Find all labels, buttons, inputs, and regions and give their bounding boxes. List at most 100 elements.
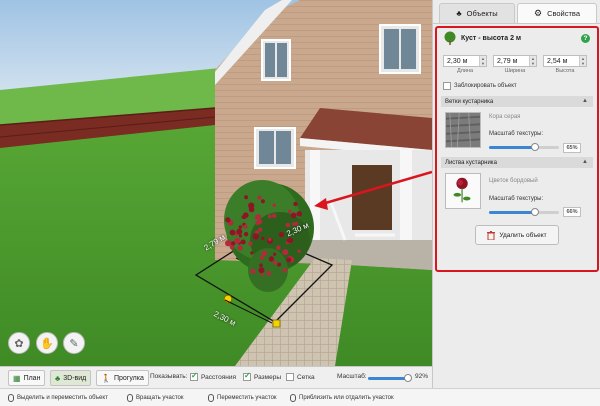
flower-blossom [236, 228, 243, 235]
mouse-left-icon [8, 394, 14, 402]
circles-icon: ✿ [14, 337, 24, 350]
flower-blossom [225, 240, 231, 247]
distances-checkbox[interactable] [190, 371, 198, 381]
delete-object-button[interactable]: Удалить объект [475, 225, 559, 245]
flower-blossom [272, 203, 276, 207]
tab-objects-label: Объекты [466, 9, 498, 18]
view-toolbar: ▦ План ♣ 3D-вид 🚶 Прогулка Показывать: Р… [0, 366, 432, 388]
flower-blossom [234, 237, 241, 244]
zoom-knob[interactable] [404, 374, 413, 382]
length-field[interactable]: 2,30 м ▲ ▼ [443, 55, 487, 67]
ruler-icon: ✎ [69, 337, 79, 350]
bark-scale-slider[interactable] [489, 143, 559, 151]
width-value: 2,79 м [497, 57, 518, 65]
bark-scale-value[interactable]: 65% [563, 143, 581, 153]
lock-checkbox[interactable] [443, 82, 451, 90]
flower-blossom [268, 237, 272, 242]
flower-scale-label: Масштаб текстуры: [489, 196, 544, 202]
plan-mode-button[interactable]: ▦ План [8, 370, 46, 386]
mouse-middle-icon [208, 394, 214, 402]
help-icon[interactable]: ? [581, 34, 590, 43]
flower-blossom [244, 195, 249, 200]
flower-blossom [238, 225, 243, 229]
flower-blossom [243, 231, 249, 237]
bark-texture-thumbnail[interactable] [445, 112, 481, 148]
lock-label: Заблокировать объект [454, 83, 517, 89]
hint-move-label: Переместить участок [217, 395, 277, 401]
flower-blossom [297, 249, 301, 253]
flower-blossom [261, 250, 268, 257]
branches-header-label: Ветки кустарника [445, 98, 494, 105]
pan-button[interactable]: ✋ [36, 332, 58, 354]
length-stepper[interactable]: ▲ ▼ [479, 56, 486, 66]
distances-label: Расстояния [201, 373, 237, 381]
distances-toggle[interactable]: Расстояния [190, 371, 237, 381]
3d-label: 3D-вид [63, 374, 87, 382]
flower-texture-thumbnail[interactable] [445, 173, 481, 209]
hint-zoom-label: Приблизить или отдалить участок [299, 395, 394, 401]
zoom-slider[interactable] [368, 374, 413, 382]
resize-handle [272, 319, 281, 328]
height-field[interactable]: 2,54 м ▲ ▼ [543, 55, 587, 67]
flower-blossom [278, 231, 285, 238]
bark-scale-knob[interactable] [530, 143, 539, 151]
flower-blossom [250, 251, 254, 255]
flower-blossom [286, 257, 292, 263]
flower-blossom [285, 222, 291, 228]
flower-blossom [260, 273, 264, 277]
sizes-toggle[interactable]: Размеры [243, 371, 282, 381]
walk-mode-button[interactable]: 🚶 Прогулка [96, 370, 149, 386]
length-value: 2,30 м [447, 57, 468, 65]
measure-button[interactable]: ✎ [63, 332, 85, 354]
flower-scale-fill [489, 211, 536, 214]
leaves-section-header[interactable]: Листва кустарника ▲ [441, 157, 593, 168]
flower-blossom [250, 268, 256, 274]
walk-label: Прогулка [113, 374, 144, 382]
height-stepper[interactable]: ▲ ▼ [579, 56, 586, 66]
flower-blossom [267, 214, 272, 219]
leaves-header-label: Листва кустарника [445, 159, 497, 166]
objects-view-button[interactable]: ✿ [8, 332, 30, 354]
grid-label: Сетка [297, 373, 315, 381]
flower-blossom [229, 229, 236, 236]
flower-blossom [293, 201, 298, 207]
hint-rotate-label: Вращать участок [136, 395, 184, 401]
flower-blossom [282, 268, 288, 273]
hint-zoom: Приблизить или отдалить участок [290, 394, 394, 402]
mouse-right-icon [127, 394, 133, 402]
plan-label: План [23, 374, 41, 382]
height-value: 2,54 м [547, 57, 568, 65]
length-caption: Длина [456, 68, 474, 74]
width-caption: Ширина [504, 68, 526, 74]
mouse-wheel-icon [290, 394, 296, 402]
scene-3d-viewport[interactable]: 2,30 м 2,79 м 2,30 м ✿ ✋ ✎ [0, 0, 432, 366]
tab-properties[interactable]: ⚙ Свойства [517, 3, 597, 23]
flower-blossom [257, 195, 262, 200]
hint-select: Выделить и переместить объект [8, 394, 108, 402]
flower-blossom [255, 220, 260, 226]
3d-mode-button[interactable]: ♣ 3D-вид [50, 370, 92, 386]
flower-blossom [254, 214, 261, 221]
chevron-up-icon: ▲ [582, 159, 588, 165]
branches-section-header[interactable]: Ветки кустарника ▲ [441, 96, 593, 107]
sizes-checkbox[interactable] [243, 371, 251, 381]
flower-scale-slider[interactable] [489, 208, 559, 216]
status-bar: Выделить и переместить объект Вращать уч… [0, 388, 600, 406]
plan-icon: ▦ [13, 373, 21, 383]
flower-blossom [273, 252, 277, 256]
tab-objects[interactable]: ♣ Объекты [439, 3, 515, 23]
delete-button-label: Удалить объект [499, 231, 547, 239]
object-header: Куст - высота 2 м [443, 30, 593, 46]
width-stepper[interactable]: ▲ ▼ [529, 56, 536, 66]
sizes-label: Размеры [254, 373, 282, 381]
width-field[interactable]: 2,79 м ▲ ▼ [493, 55, 537, 67]
flower-blossom [252, 233, 259, 240]
grid-toggle[interactable]: Сетка [286, 373, 315, 381]
grid-checkbox[interactable] [286, 373, 294, 381]
hand-icon: ✋ [40, 337, 54, 350]
flower-blossom [260, 255, 265, 260]
flower-scale-value[interactable]: 66% [563, 207, 581, 217]
bark-material-name: Кора серая [489, 114, 521, 120]
flower-blossom [248, 206, 255, 213]
flower-blossom [258, 267, 265, 274]
